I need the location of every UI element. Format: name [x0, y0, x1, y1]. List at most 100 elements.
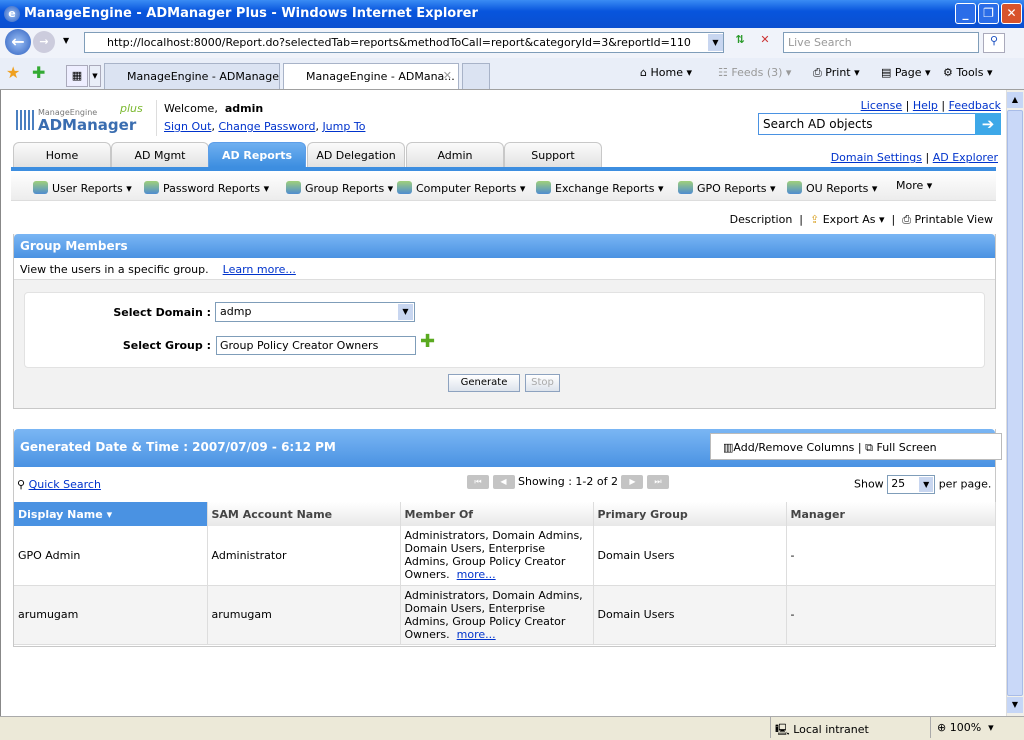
export-as-menu[interactable]: ⇪ Export As ▾ [810, 213, 885, 226]
browser-tab[interactable]: ManageEngine - ADManager ... [104, 63, 280, 89]
first-page-icon[interactable]: ⏮ [467, 475, 489, 489]
menu-exchange-reports[interactable]: Exchange Reports ▾ [536, 181, 663, 195]
logo-main-text: ADManager [38, 116, 137, 134]
more-link[interactable]: more... [457, 628, 496, 641]
printer-icon: ⎙ [902, 213, 912, 226]
logo-plus-text: plus [120, 102, 143, 115]
feeds-command[interactable]: ☷ Feeds (3) ▾ [718, 66, 791, 79]
page-command[interactable]: ▤ Page ▾ [881, 66, 931, 79]
address-bar[interactable]: http://localhost:8000/Report.do?selected… [84, 32, 724, 53]
prev-page-icon[interactable]: ◀ [492, 475, 515, 489]
cell-manager: - [786, 526, 996, 586]
sign-out-link[interactable]: Sign Out [164, 120, 211, 133]
more-link[interactable]: more... [457, 568, 496, 581]
learn-more-link[interactable]: Learn more... [223, 263, 296, 276]
magnifier-icon: ⚲ [17, 478, 26, 491]
search-icon[interactable]: ⚲ [983, 33, 1005, 53]
last-page-icon[interactable]: ⏭ [646, 475, 669, 489]
menu-computer-reports[interactable]: Computer Reports ▾ [397, 181, 525, 195]
report-panel: Generated Date & Time : 2007/07/09 - 6:1… [13, 429, 1002, 647]
quick-search-link[interactable]: Quick Search [29, 478, 101, 491]
tab-ad-mgmt[interactable]: AD Mgmt [111, 142, 209, 167]
stop-button[interactable]: Stop [525, 374, 560, 392]
column-manager[interactable]: Manager [786, 502, 996, 526]
address-dropdown-icon[interactable]: ▼ [708, 34, 723, 51]
stop-icon[interactable]: ✕ [755, 33, 775, 53]
menu-group-reports[interactable]: Group Reports ▾ [286, 181, 393, 195]
tab-support[interactable]: Support [504, 142, 602, 167]
zoom-control[interactable]: ⊕ 100% ▾ [930, 717, 1000, 738]
gpo-icon [678, 181, 693, 194]
home-label: Home [650, 66, 683, 79]
zone-indicator: 🖳 Local intranet [770, 717, 873, 738]
refresh-icon[interactable]: ⇅ [730, 33, 750, 53]
new-tab-button[interactable] [462, 63, 490, 89]
favorites-star-icon[interactable]: ★ [6, 63, 20, 82]
domain-settings-link[interactable]: Domain Settings [831, 151, 922, 164]
scroll-down-icon[interactable]: ▼ [1007, 697, 1023, 713]
scroll-thumb[interactable] [1007, 110, 1023, 696]
back-button[interactable]: ← [5, 29, 31, 55]
select-domain-dropdown[interactable]: admp ▼ [215, 302, 415, 322]
forward-button[interactable]: → [33, 31, 55, 53]
tab-admin[interactable]: Admin [406, 142, 504, 167]
menu-password-reports[interactable]: Password Reports ▾ [144, 181, 269, 195]
description-text: View the users in a specific group. [20, 263, 209, 276]
help-link[interactable]: Help [913, 99, 938, 112]
status-bar: 🖳 Local intranet ⊕ 100% ▾ [0, 716, 1024, 738]
tab-label: Home [45, 149, 79, 162]
change-password-link[interactable]: Change Password [218, 120, 315, 133]
menu-label: More [896, 179, 924, 192]
close-button[interactable]: ✕ [1001, 3, 1022, 24]
add-group-plus-icon[interactable]: ✚ [420, 331, 435, 352]
menu-gpo-reports[interactable]: GPO Reports ▾ [678, 181, 776, 195]
minimize-button[interactable]: _ [955, 3, 976, 24]
password-icon [144, 181, 159, 194]
export-icon: ⇪ [810, 213, 820, 226]
add-remove-columns-button[interactable]: ▥Add/Remove Columns [723, 441, 854, 454]
scroll-up-icon[interactable]: ▲ [1007, 92, 1023, 108]
restore-button[interactable]: ❐ [978, 3, 999, 24]
tools-command[interactable]: ⚙ Tools ▾ [943, 66, 993, 79]
chevron-down-icon: ▼ [919, 477, 934, 492]
quick-search[interactable]: ⚲ Quick Search [17, 478, 101, 491]
vertical-scrollbar[interactable]: ▲ ▼ [1006, 90, 1024, 716]
search-go-arrow-icon[interactable]: ➔ [975, 113, 1001, 135]
tab-home[interactable]: Home [13, 142, 111, 167]
admanager-logo: ManageEngine ADManager plus [16, 102, 146, 138]
tab-list-dropdown-icon[interactable]: ▼ [89, 65, 101, 87]
add-favorites-icon[interactable]: ✚ [32, 63, 45, 82]
generate-button[interactable]: Generate [448, 374, 520, 392]
tab-ad-reports[interactable]: AD Reports [208, 142, 306, 167]
print-command[interactable]: ⎙ Print ▾ [813, 66, 860, 80]
column-display-name[interactable]: Display Name ▾ [14, 502, 208, 526]
select-group-input[interactable]: Group Policy Creator Owners [216, 336, 416, 355]
menu-user-reports[interactable]: User Reports ▾ [33, 181, 132, 195]
column-primary-group[interactable]: Primary Group [593, 502, 787, 526]
printable-view-link[interactable]: ⎙ Printable View [902, 213, 993, 226]
description-link[interactable]: Description [730, 213, 793, 226]
next-page-icon[interactable]: ▶ [621, 475, 644, 489]
search-ad-objects-input[interactable]: Search AD objects [758, 113, 976, 135]
column-member-of[interactable]: Member Of [400, 502, 594, 526]
license-link[interactable]: License [861, 99, 902, 112]
quick-tabs-icon[interactable]: ▦ [66, 65, 88, 87]
per-page-select[interactable]: 25 ▼ [887, 475, 936, 494]
history-dropdown-icon[interactable]: ▼ [63, 36, 69, 45]
column-sam-account-name[interactable]: SAM Account Name [207, 502, 401, 526]
tab-ad-delegation[interactable]: AD Delegation [307, 142, 405, 167]
home-command[interactable]: ⌂ Home ▾ [640, 66, 692, 79]
tab-label: Support [531, 149, 575, 162]
jump-to-link[interactable]: Jump To [322, 120, 365, 133]
menu-more[interactable]: More ▾ [896, 179, 932, 192]
menu-ou-reports[interactable]: OU Reports ▾ [787, 181, 877, 195]
live-search-input[interactable]: Live Search [783, 32, 979, 53]
feedback-link[interactable]: Feedback [949, 99, 1001, 112]
search-ad-placeholder: Search AD objects [763, 117, 873, 131]
close-tab-icon[interactable]: ✕ [443, 69, 452, 82]
full-screen-button[interactable]: ⧉ Full Screen [865, 441, 936, 454]
username: admin [224, 102, 264, 115]
ad-explorer-link[interactable]: AD Explorer [933, 151, 998, 164]
browser-tab-active[interactable]: ManageEngine - ADMana... ✕ [283, 63, 459, 89]
add-remove-label: Add/Remove Columns [733, 441, 855, 454]
